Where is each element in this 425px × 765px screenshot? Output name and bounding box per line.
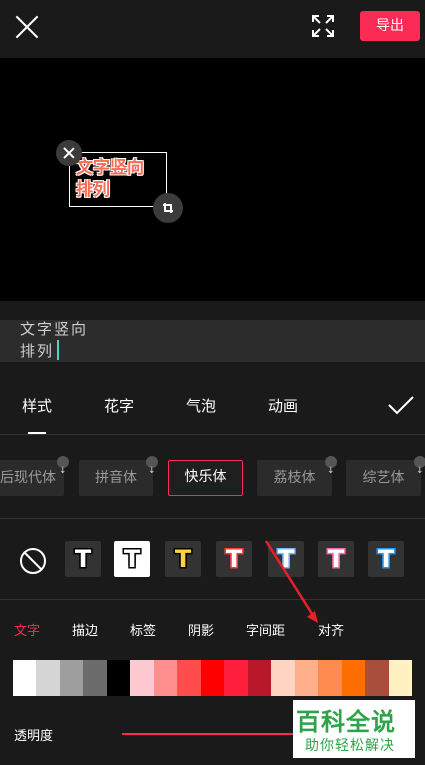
annotation-arrow [264,540,318,623]
watermark-title: 百科全说 [296,708,396,736]
watermark-subtitle: 助你轻松解决 [305,738,395,754]
